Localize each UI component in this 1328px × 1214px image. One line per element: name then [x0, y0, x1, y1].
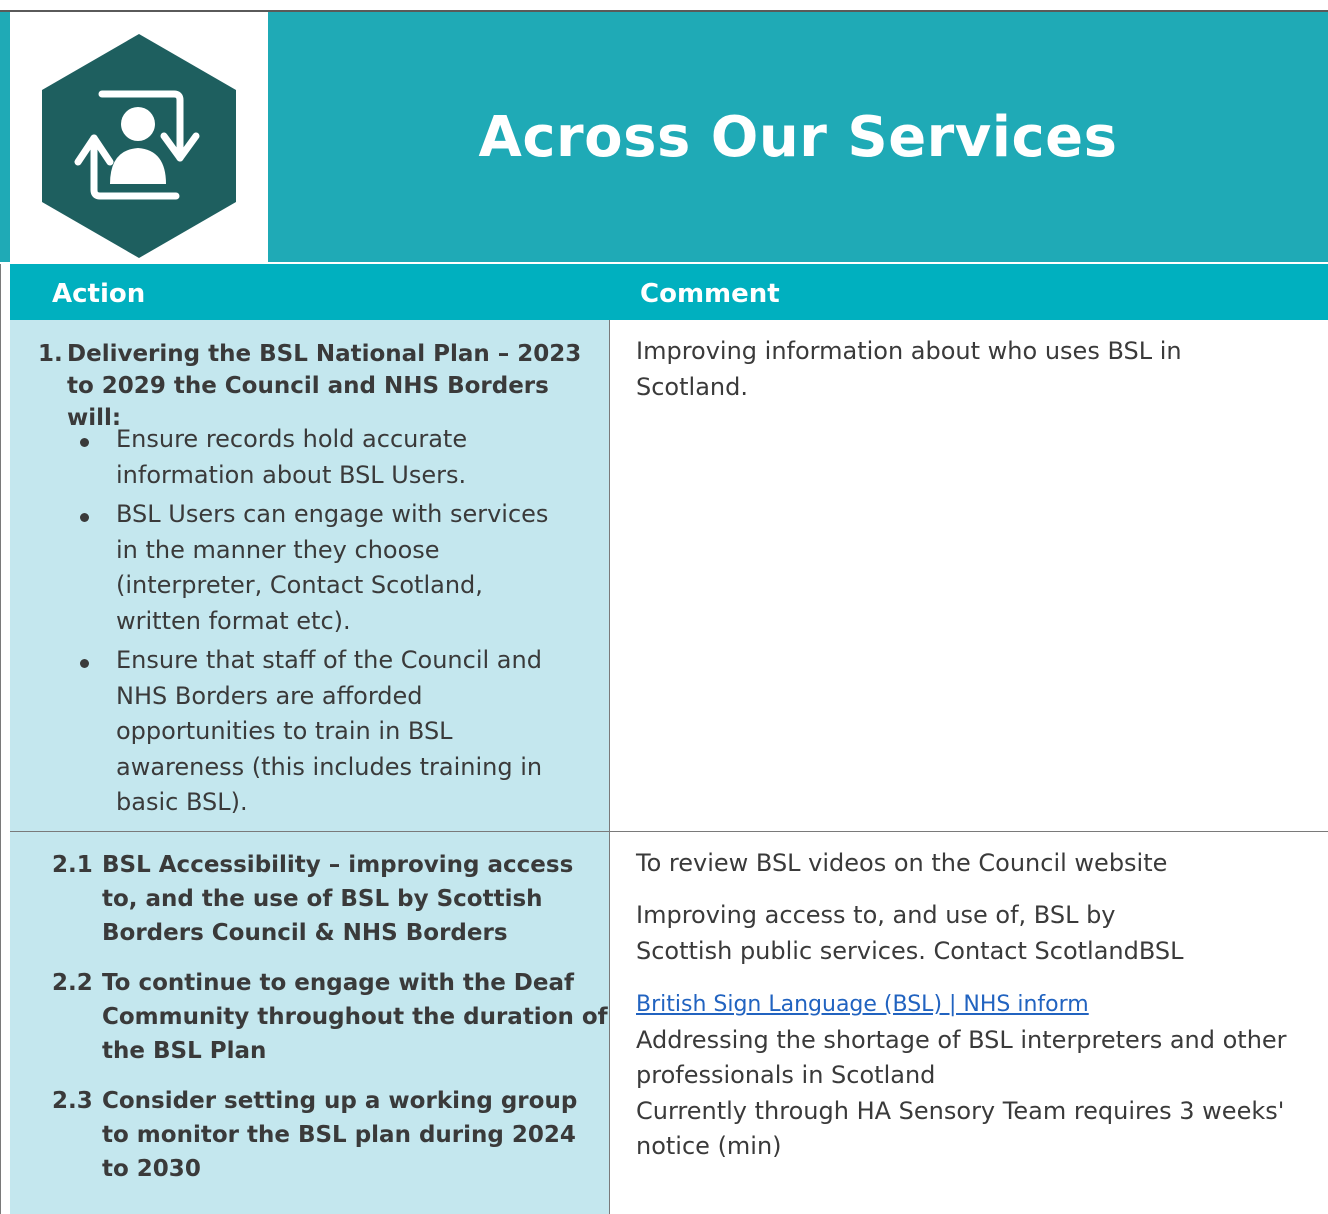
- document-page: Across Our Services Action Comment 1. De…: [0, 0, 1328, 1214]
- bullet-dot: [80, 659, 89, 668]
- bullet-dot: [80, 513, 89, 522]
- list-item: Ensure that staff of the Council and NHS…: [62, 643, 562, 821]
- list-item: Ensure records hold accurate information…: [62, 422, 562, 493]
- table-row-1-comment: Improving information about who uses BSL…: [610, 320, 1328, 832]
- row2-comment-3: Addressing the shortage of BSL interpret…: [636, 1025, 1287, 1090]
- page-title: Across Our Services: [478, 104, 1118, 170]
- row1-bullet-list: Ensure records hold accurate information…: [62, 422, 562, 825]
- row1-comment: Improving information about who uses BSL…: [636, 337, 1182, 401]
- person-cycle-icon: [42, 34, 236, 258]
- table-row-2-comment: To review BSL videos on the Council webs…: [610, 832, 1328, 1214]
- logo-box: [10, 12, 268, 264]
- row1-heading: 1. Delivering the BSL National Plan – 20…: [38, 341, 582, 431]
- column-header-action: Action: [52, 279, 146, 309]
- table-left-border: [0, 264, 1, 1214]
- nhs-inform-bsl-link[interactable]: British Sign Language (BSL) | NHS inform: [636, 992, 1089, 1017]
- row2-comment-4: Currently through HA Sensory Team requir…: [636, 1096, 1285, 1161]
- table-header-row: Action Comment: [10, 264, 1328, 320]
- list-item: BSL Users can engage with services in th…: [62, 497, 562, 639]
- row2-comment-2: Improving access to, and use of, BSL by …: [636, 901, 1184, 965]
- row2-comment-block: British Sign Language (BSL) | NHS inform…: [636, 986, 1296, 1165]
- table-row-2-action: 2.1 BSL Accessibility – improving access…: [10, 832, 610, 1214]
- column-header-comment: Comment: [640, 279, 780, 309]
- bullet-dot: [80, 438, 89, 447]
- row2-item-2-2: 2.2 To continue to engage with the Deaf …: [52, 970, 608, 1064]
- row2-item-2-3: 2.3 Consider setting up a working group …: [52, 1088, 578, 1182]
- row2-comment-1: To review BSL videos on the Council webs…: [636, 849, 1168, 877]
- row2-item-2-1: 2.1 BSL Accessibility – improving access…: [52, 852, 574, 946]
- table-row-1-action: 1. Delivering the BSL National Plan – 20…: [10, 320, 610, 832]
